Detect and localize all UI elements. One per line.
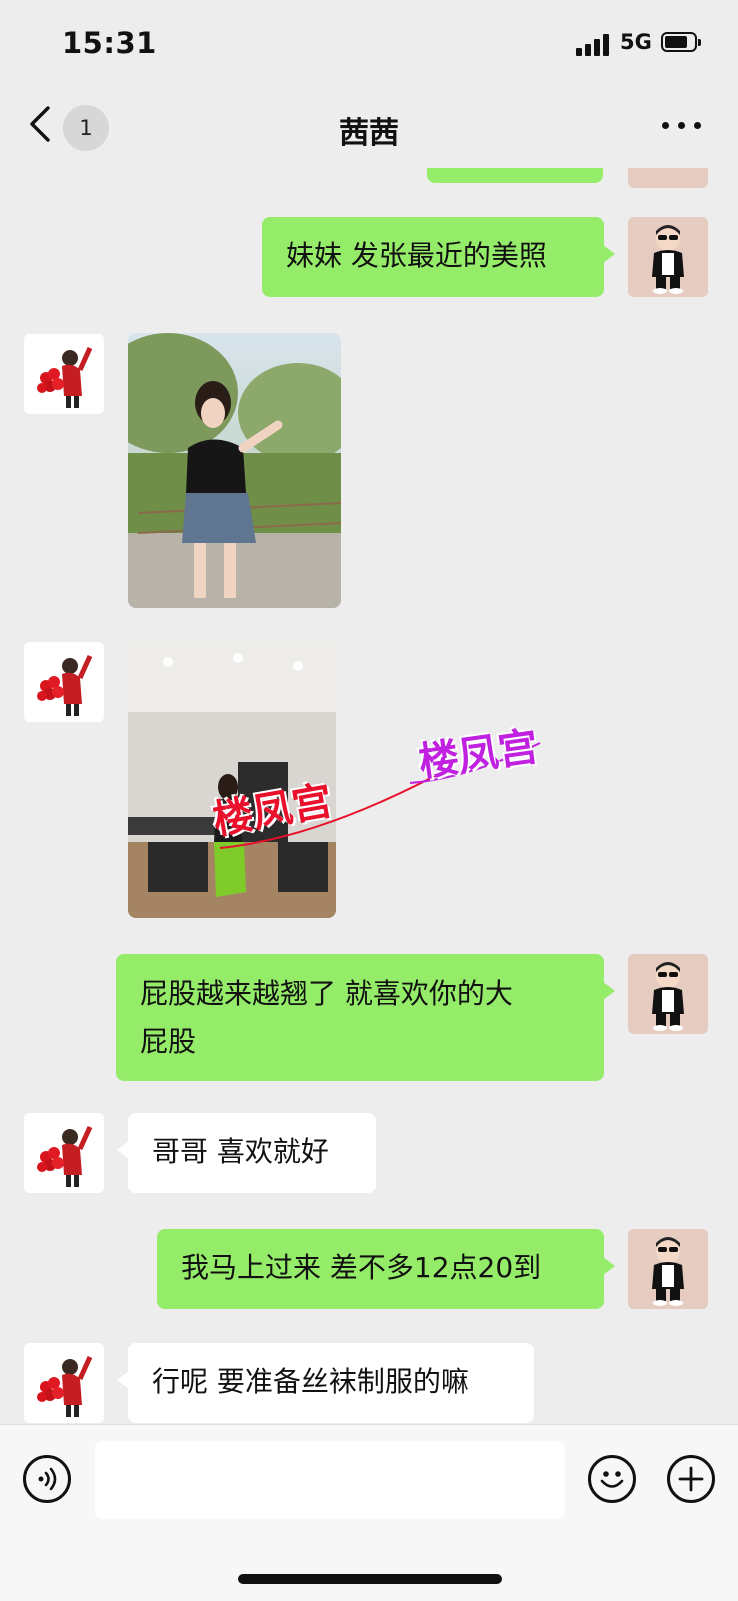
home-indicator[interactable] [238,1574,502,1584]
contact-avatar[interactable] [24,334,104,414]
girl-with-roses-avatar [24,1113,104,1193]
my-avatar[interactable] [628,954,708,1034]
plus-button[interactable] [667,1455,715,1503]
message-text: 哥哥 喜欢就好 [152,1135,329,1168]
network-type: 5G [620,30,652,54]
signal-icon [576,34,612,56]
my-avatar[interactable] [628,168,708,188]
contact-avatar[interactable] [24,1343,104,1423]
message-text-line: 屁股越来越翘了 就喜欢你的大 [140,977,513,1010]
page-title: 茜茜 [339,116,399,151]
chat-header: 1 茜茜 [0,88,738,168]
more-icon [662,122,669,129]
message-text: 妹妹 发张最近的美照 [286,239,547,272]
chat-area[interactable]: 妹妹 发张最近的美照 楼凤宫 楼凤宫 屁股越来越翘了 就喜欢你的大 屁股 哥哥 … [0,168,738,1424]
image-message[interactable] [128,333,341,608]
status-bar: 15:31 5G [0,0,738,88]
girl-with-roses-avatar [24,1343,104,1423]
message-bubble-partial[interactable] [427,168,603,183]
my-avatar[interactable] [628,1229,708,1309]
cartoon-man-avatar [628,217,708,297]
message-bubble-her[interactable]: 行呢 要准备丝袜制服的嘛 [117,1343,534,1423]
emoji-button[interactable] [588,1455,636,1503]
girl-with-roses-avatar [24,642,104,722]
voice-icon [38,1467,57,1491]
battery-icon [661,32,703,54]
message-bubble-me[interactable]: 屁股越来越翘了 就喜欢你的大 屁股 [116,954,615,1081]
message-bubble-me[interactable]: 我马上过来 差不多12点20到 [157,1229,615,1309]
park-photo [128,333,341,608]
message-bubble-me[interactable]: 妹妹 发张最近的美照 [262,217,615,297]
message-text: 我马上过来 差不多12点20到 [181,1251,542,1284]
emoji-icon [600,1471,624,1488]
message-text: 行呢 要准备丝袜制服的嘛 [152,1365,469,1398]
my-avatar[interactable] [628,217,708,297]
contact-avatar[interactable] [24,642,104,722]
message-text-line: 屁股 [140,1025,197,1058]
more-button[interactable] [662,118,702,132]
girl-with-roses-avatar [24,334,104,414]
contact-avatar[interactable] [24,1113,104,1193]
message-bubble-her[interactable]: 哥哥 喜欢就好 [117,1113,376,1193]
message-input[interactable] [95,1441,565,1519]
cartoon-man-avatar [628,1229,708,1309]
plus-icon [678,1466,704,1492]
status-time: 15:31 [62,26,157,60]
cartoon-man-avatar [628,954,708,1034]
voice-button[interactable] [23,1455,71,1503]
